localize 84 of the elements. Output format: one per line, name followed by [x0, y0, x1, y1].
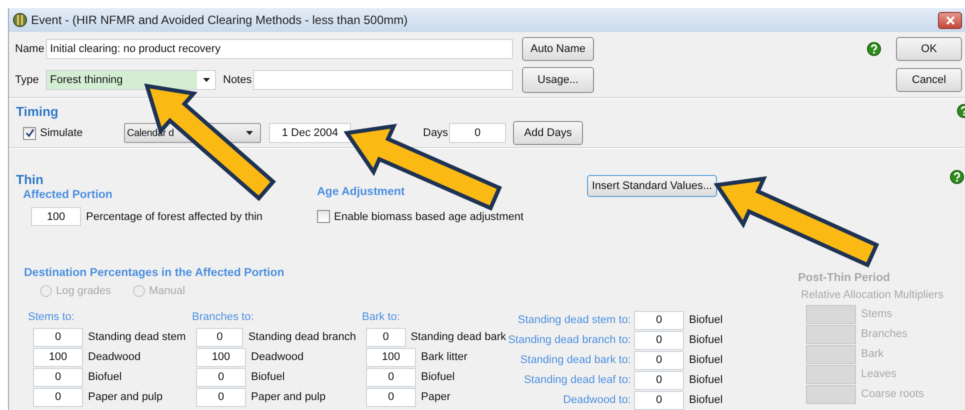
destination-label: Deadwood	[251, 351, 304, 363]
destination-label: Biofuel	[689, 374, 723, 386]
add-days-button[interactable]: Add Days	[513, 121, 583, 145]
percentage-field[interactable]: 100	[33, 348, 83, 366]
destination-label: Deadwood	[88, 351, 141, 363]
field-label: Standing dead stem to:	[516, 314, 631, 326]
caret-icon	[246, 131, 253, 135]
field-label: Standing dead bark to:	[519, 354, 631, 366]
percentage-field[interactable]: 0	[366, 388, 416, 406]
checkbox[interactable]	[23, 126, 36, 140]
percentage-field[interactable]: 0	[196, 328, 244, 346]
radio-label: Manual	[149, 285, 186, 297]
check-icon	[24, 128, 34, 138]
window-title: Event - (HIR NFMR and Avoided Clearing Methods - less than 500mm)	[31, 13, 408, 27]
field-label: Standing dead leaf to:	[522, 374, 631, 386]
app-icon	[13, 13, 27, 27]
field-label: Name	[15, 43, 46, 55]
percentage-field[interactable]: 100	[31, 207, 81, 226]
field-label: Type	[15, 74, 40, 86]
percentage-field[interactable]: 0	[634, 310, 684, 330]
field-label: Notes	[223, 74, 253, 86]
close-button[interactable]	[938, 12, 962, 28]
destination-label: Standing dead branch	[248, 331, 356, 343]
percentage-field[interactable]: 0	[33, 368, 83, 386]
checkbox-label: Enable biomass based age adjustment	[334, 210, 524, 222]
percentage-field[interactable]: 0	[33, 388, 83, 406]
percentage-field[interactable]: 0	[196, 388, 246, 406]
percentage-field[interactable]: 100	[366, 348, 416, 366]
group-title: Age Adjustment	[317, 186, 406, 198]
destination-label: Standing dead stem	[88, 331, 186, 343]
group-title: Destination Percentages in the Affected Portion	[24, 267, 286, 279]
group-title: Affected Portion	[23, 189, 114, 201]
field-label: Deadwood to:	[562, 394, 631, 406]
percentage-field[interactable]: 0	[634, 370, 684, 390]
date-field[interactable]: 1 Dec 2004	[269, 123, 351, 143]
usage-button[interactable]: Usage...	[522, 67, 594, 93]
checkbox[interactable]	[317, 210, 330, 223]
destination-label: Bark litter	[421, 351, 468, 363]
group-subtitle: Relative Allocation Multipliers	[801, 289, 944, 301]
destination-label: Biofuel	[88, 371, 122, 383]
help-icon	[867, 42, 881, 56]
percentage-field[interactable]: 0	[366, 328, 406, 346]
auto-name-button[interactable]: Auto Name	[522, 37, 594, 61]
insert-standard-values-button[interactable]: Insert Standard Values...	[587, 175, 717, 197]
group-title: Post-Thin Period	[798, 272, 891, 284]
destination-label: Biofuel	[689, 394, 723, 406]
destination-label: Biofuel	[689, 314, 723, 326]
destination-label: Biofuel	[689, 354, 723, 366]
percentage-field[interactable]: 0	[33, 328, 83, 346]
field-label: Percentage of forest affected by thin	[86, 210, 263, 222]
destination-label: Biofuel	[689, 334, 723, 346]
section-title: Thin	[16, 172, 44, 187]
destination-label: Paper and pulp	[251, 391, 326, 403]
percentage-field[interactable]: 0	[366, 368, 416, 386]
multiplier-label: Stems	[861, 308, 892, 320]
column-heading: Stems to:	[28, 311, 76, 325]
multiplier-label: Coarse roots	[861, 388, 924, 400]
name-field[interactable]: Initial clearing: no product recovery	[46, 39, 513, 59]
percentage-field[interactable]: 0	[196, 368, 246, 386]
destination-label: Paper	[421, 391, 450, 403]
field-label: Days	[423, 127, 449, 139]
notes-field[interactable]	[253, 70, 513, 90]
close-icon	[946, 16, 954, 24]
field-label: Standing dead branch to:	[507, 334, 631, 346]
column-heading: Bark to:	[362, 311, 401, 325]
destination-label: Paper and pulp	[88, 391, 163, 403]
destination-label: Biofuel	[421, 371, 455, 383]
cancel-button[interactable]: Cancel	[896, 68, 962, 92]
percentage-field[interactable]: 0	[634, 330, 684, 350]
multiplier-label: Branches	[861, 328, 908, 340]
multiplier-label: Leaves	[861, 368, 896, 380]
days-field[interactable]: 0	[449, 123, 506, 143]
section-title: Timing	[16, 104, 58, 118]
checkbox-label: Simulate	[40, 127, 84, 139]
radio-label: Log grades	[56, 285, 112, 297]
column-heading: Branches to:	[192, 311, 255, 325]
destination-label: Standing dead bark	[410, 331, 506, 343]
percentage-field[interactable]: 0	[634, 390, 684, 410]
destination-label: Biofuel	[251, 371, 285, 383]
ok-button[interactable]: OK	[896, 37, 962, 61]
percentage-field[interactable]: 0	[634, 350, 684, 370]
type-dropdown[interactable]: Forest thinning	[46, 70, 216, 90]
percentage-field[interactable]: 100	[196, 348, 246, 366]
multiplier-label: Bark	[861, 348, 884, 360]
